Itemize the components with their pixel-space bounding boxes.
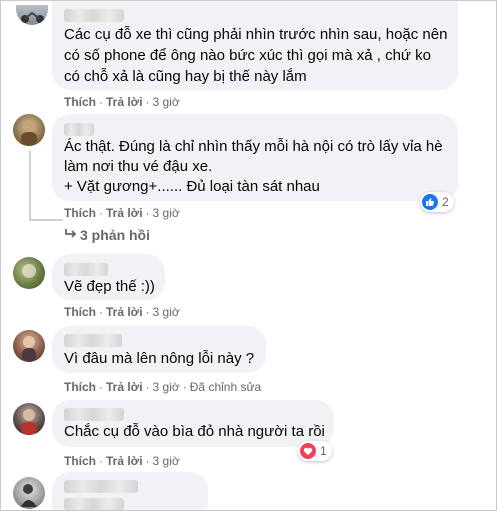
reaction-summary[interactable]: 1 xyxy=(298,441,332,461)
reply-link[interactable]: Trả lời xyxy=(106,206,143,220)
comment-text-blurred xyxy=(64,498,124,510)
commenter-name[interactable] xyxy=(64,263,108,276)
reply-link[interactable]: Trả lời xyxy=(106,380,143,394)
comment-text: + Vặt gương+...... Đủ loại tàn sát nhau xyxy=(64,178,320,195)
timestamp[interactable]: 3 giờ xyxy=(153,95,180,109)
replies-count-label[interactable]: 3 phản hồi xyxy=(80,227,150,243)
commenter-name[interactable] xyxy=(64,334,122,347)
comment-text: làm nơi thu vé đậu xe. xyxy=(64,158,213,175)
comment-text: có số phone để ông nào bức xúc thì gọi m… xyxy=(64,47,431,64)
comment-text: Chắc cụ đỗ vào bìa đỏ nhà người ta rồi xyxy=(64,423,325,440)
commenter-name[interactable] xyxy=(64,480,138,493)
reply-link[interactable]: Trả lời xyxy=(106,305,143,319)
thread-line xyxy=(29,219,63,221)
like-link[interactable]: Thích xyxy=(64,305,96,319)
timestamp[interactable]: 3 giờ xyxy=(153,454,180,468)
like-reaction-icon xyxy=(422,194,438,210)
commenter-name[interactable] xyxy=(64,9,124,22)
comment-actions: Thích · Trả lời · 3 giờ xyxy=(64,206,180,220)
haha-reaction-icon xyxy=(300,443,316,459)
comment-actions: Thích · Trả lời · 3 giờ xyxy=(64,454,180,468)
reaction-count: 2 xyxy=(442,195,449,209)
like-link[interactable]: Thích xyxy=(64,206,96,220)
reply-link[interactable]: Trả lời xyxy=(106,454,143,468)
edited-label[interactable]: Đã chỉnh sửa xyxy=(190,380,261,394)
reply-link[interactable]: Trả lời xyxy=(106,95,143,109)
commenter-name[interactable] xyxy=(64,123,94,136)
comment-text: Vẽ đẹp thế :)) xyxy=(64,278,155,295)
avatar[interactable] xyxy=(16,5,48,25)
comment-actions: Thích · Trả lời · 3 giờ xyxy=(64,305,180,319)
like-link[interactable]: Thích xyxy=(64,454,96,468)
avatar[interactable] xyxy=(13,330,45,362)
view-replies-link[interactable]: 3 phản hồi xyxy=(64,227,150,243)
avatar[interactable] xyxy=(13,403,45,435)
comment-actions: Thích · Trả lời · 3 giờ xyxy=(64,95,180,109)
timestamp[interactable]: 3 giờ xyxy=(153,305,180,319)
like-link[interactable]: Thích xyxy=(64,95,96,109)
timestamp[interactable]: 3 giờ xyxy=(153,380,180,394)
avatar[interactable] xyxy=(13,114,45,146)
timestamp[interactable]: 3 giờ xyxy=(153,206,180,220)
comment-text: Vì đâu mà lên nông lỗi này ? xyxy=(64,350,255,367)
comment-actions: Thích · Trả lời · 3 giờ · Đã chỉnh sửa xyxy=(64,380,262,394)
avatar[interactable] xyxy=(13,257,45,289)
thread-line xyxy=(29,151,31,221)
commenter-name[interactable] xyxy=(64,408,124,421)
like-link[interactable]: Thích xyxy=(64,380,96,394)
comment-text: có chỗ xả là cũng hay bị thế này lắm xyxy=(64,68,307,85)
reaction-summary[interactable]: 2 xyxy=(420,192,454,212)
avatar[interactable] xyxy=(13,477,45,509)
comment-text: Ác thật. Đúng là chỉ nhìn thấy mỗi hà nộ… xyxy=(64,138,443,155)
comments-panel: Các cụ đỗ xe thì cũng phải nhìn trước nh… xyxy=(0,0,497,511)
reply-arrow-icon xyxy=(64,227,80,243)
reaction-count: 1 xyxy=(320,444,327,458)
comment-text: Các cụ đỗ xe thì cũng phải nhìn trước nh… xyxy=(64,26,448,43)
